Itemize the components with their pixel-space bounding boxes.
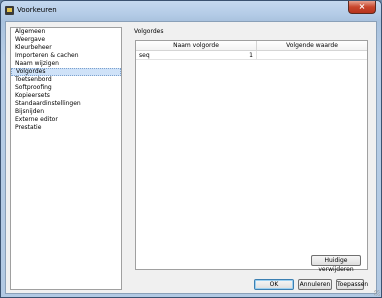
sidebar-item-standaardinstellingen[interactable]: Standaardinstellingen: [11, 100, 121, 108]
window-title: Voorkeuren: [17, 6, 57, 14]
title-bar[interactable]: Voorkeuren ×: [1, 1, 381, 21]
preferences-window: Voorkeuren × Algemeen Weergave Kleurbehe…: [0, 0, 382, 298]
close-button[interactable]: ×: [348, 1, 376, 14]
column-header-next-value[interactable]: Volgende waarde: [257, 41, 367, 51]
column-header-name[interactable]: Naam volgorde: [136, 41, 257, 51]
sidebar-item-volgordes[interactable]: Volgordes: [11, 68, 121, 76]
sidebar-item-prestatie[interactable]: Prestatie: [11, 124, 121, 132]
sequence-name-cell[interactable]: seq 1: [136, 51, 257, 60]
sidebar-item-importeren[interactable]: Importeren & cachen: [11, 52, 121, 60]
sidebar-item-naam-wijzigen[interactable]: Naam wijzigen: [11, 60, 121, 68]
category-list: Algemeen Weergave Kleurbeheer Importeren…: [10, 27, 122, 290]
sidebar-item-weergave[interactable]: Weergave: [11, 36, 121, 44]
delete-current-button[interactable]: Huidige verwijderen: [311, 255, 361, 273]
dialog-content: Algemeen Weergave Kleurbeheer Importeren…: [5, 21, 377, 294]
sidebar-item-algemeen[interactable]: Algemeen: [11, 28, 121, 36]
app-icon: [5, 6, 14, 15]
sequence-value: 1: [249, 52, 253, 59]
sidebar-item-externe-editor[interactable]: Externe editor: [11, 116, 121, 124]
sidebar-item-kleurbeheer[interactable]: Kleurbeheer: [11, 44, 121, 52]
sequences-table: Naam volgorde Volgende waarde seq 1: [135, 40, 368, 270]
sidebar-item-kopieersets[interactable]: Kopieersets: [11, 92, 121, 100]
cancel-button[interactable]: Annuleren: [298, 279, 332, 290]
table-row[interactable]: seq 1: [136, 51, 367, 60]
sidebar-item-bijsnijden[interactable]: Bijsnijden: [11, 108, 121, 116]
sidebar-item-softproofing[interactable]: Softproofing: [11, 84, 121, 92]
table-header: Naam volgorde Volgende waarde: [136, 41, 367, 51]
sequence-name: seq: [139, 52, 150, 59]
apply-button[interactable]: Toepassen: [336, 279, 368, 290]
ok-button[interactable]: OK: [254, 279, 294, 290]
panel-title: Volgordes: [134, 28, 164, 35]
sidebar-item-toetsenbord[interactable]: Toetsenbord: [11, 76, 121, 84]
resize-grip[interactable]: [374, 290, 380, 296]
next-value-cell[interactable]: [257, 51, 367, 60]
